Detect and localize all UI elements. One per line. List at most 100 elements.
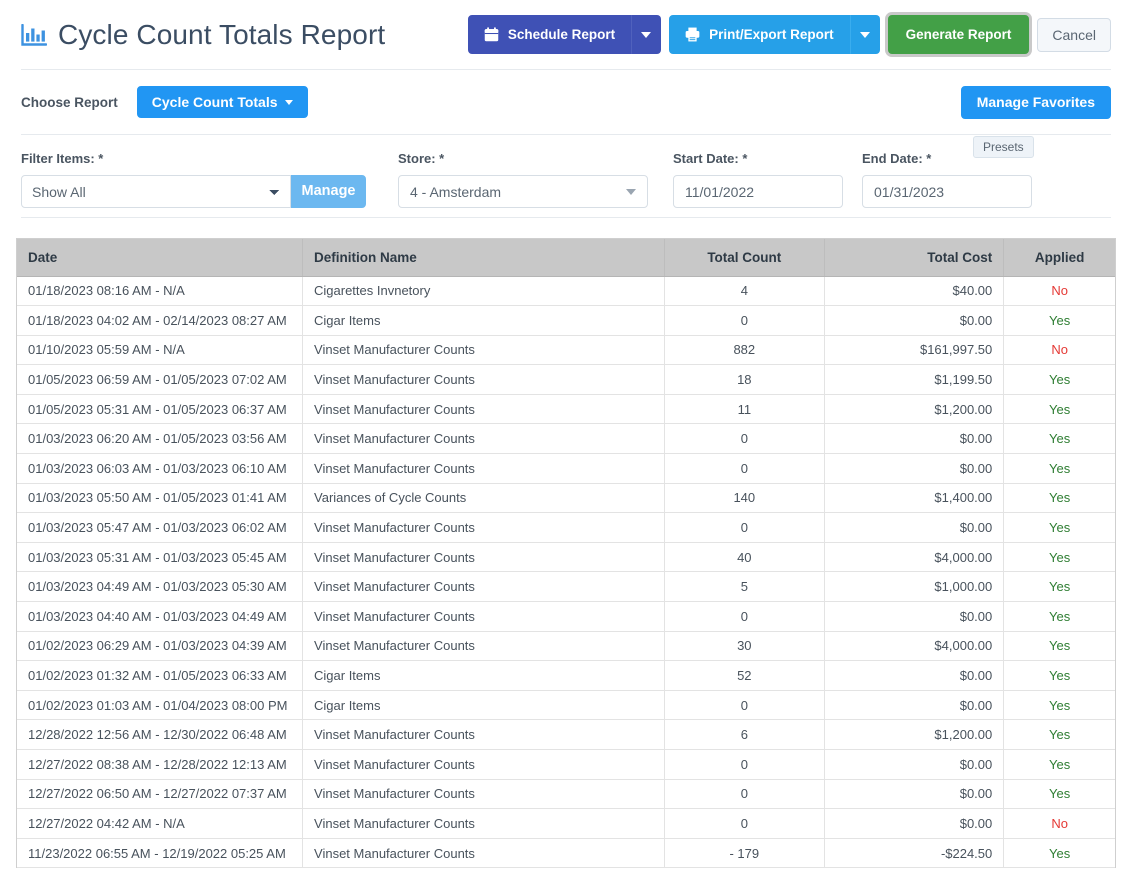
printer-icon (685, 27, 700, 42)
cell-definition: Cigar Items (302, 690, 665, 721)
store-label: Store: * (398, 151, 445, 166)
column-header-definition[interactable]: Definition Name (302, 239, 665, 277)
cell-applied: Yes (1003, 690, 1115, 721)
cell-total-cost: -$224.50 (824, 838, 1005, 868)
cell-date: 01/10/2023 05:59 AM - N/A (17, 335, 304, 366)
header-actions: Schedule Report Print/Export Report Gene… (467, 15, 1111, 54)
cell-total-count: 882 (664, 335, 825, 366)
table-row[interactable]: 01/03/2023 05:31 AM - 01/03/2023 05:45 A… (17, 542, 1115, 573)
cell-total-cost: $161,997.50 (824, 335, 1005, 366)
choose-report-label: Choose Report (21, 94, 118, 110)
filter-items-field: Filter Items: * Show All Manage (21, 151, 366, 208)
cell-date: 01/03/2023 04:40 AM - 01/03/2023 04:49 A… (17, 601, 304, 632)
table-row[interactable]: 12/27/2022 04:42 AM - N/A Vinset Manufact… (17, 808, 1115, 839)
report-table: Date Definition Name Total Count Total C… (17, 239, 1115, 868)
cell-total-cost: $1,200.00 (824, 719, 1005, 750)
cell-total-count: 0 (664, 601, 825, 632)
cell-definition: Cigar Items (302, 660, 665, 691)
chevron-down-icon (626, 188, 636, 195)
cell-total-count: 5 (664, 571, 825, 603)
column-header-total-cost[interactable]: Total Cost (824, 239, 1005, 277)
cell-definition: Vinset Manufacturer Counts (302, 749, 665, 780)
cell-applied: No (1003, 335, 1115, 366)
table-row[interactable]: 01/03/2023 05:50 AM - 01/05/2023 01:41 A… (17, 483, 1115, 514)
table-row[interactable]: 01/03/2023 06:03 AM - 01/03/2023 06:10 A… (17, 453, 1115, 484)
cell-definition: Vinset Manufacturer Counts (302, 453, 665, 484)
table-row[interactable]: 12/28/2022 12:56 AM - 12/30/2022 06:48 A… (17, 719, 1115, 750)
print-export-label: Print/Export Report (709, 26, 834, 42)
filter-items-select[interactable]: Show All (21, 175, 291, 208)
cell-date: 12/28/2022 12:56 AM - 12/30/2022 06:48 A… (17, 719, 304, 750)
report-select-dropdown[interactable]: Cycle Count Totals (136, 86, 308, 118)
table-row[interactable]: 12/27/2022 06:50 AM - 12/27/2022 07:37 A… (17, 779, 1115, 810)
table-row[interactable]: 01/02/2023 01:03 AM - 01/04/2023 08:00 P… (17, 690, 1115, 721)
cell-total-count: 0 (664, 779, 825, 810)
table-header-row: Date Definition Name Total Count Total C… (17, 239, 1115, 277)
manage-favorites-button[interactable]: Manage Favorites (960, 85, 1111, 119)
table-row[interactable]: 01/03/2023 06:20 AM - 01/05/2023 03:56 A… (17, 423, 1115, 455)
cell-date: 12/27/2022 04:42 AM - N/A (17, 808, 304, 839)
print-export-button[interactable]: Print/Export Report (669, 15, 850, 54)
table-row[interactable]: 01/02/2023 06:29 AM - 01/03/2023 04:39 A… (17, 631, 1115, 662)
cell-total-cost: $0.00 (824, 423, 1005, 455)
cell-date: 01/03/2023 06:03 AM - 01/03/2023 06:10 A… (17, 453, 304, 484)
cell-applied: Yes (1003, 305, 1115, 336)
table-row[interactable]: 11/23/2022 06:55 AM - 12/19/2022 05:25 A… (17, 838, 1115, 868)
table-row[interactable]: 01/18/2023 04:02 AM - 02/14/2023 08:27 A… (17, 305, 1115, 336)
column-header-date[interactable]: Date (17, 239, 304, 277)
cell-applied: Yes (1003, 631, 1115, 662)
cell-total-cost: $0.00 (824, 808, 1005, 839)
cell-definition: Cigarettes Invnetory (302, 276, 665, 307)
start-date-input[interactable] (673, 175, 843, 208)
cell-total-count: 0 (664, 423, 825, 455)
cancel-button[interactable]: Cancel (1037, 17, 1111, 52)
filter-items-label: Filter Items: * (21, 151, 104, 166)
presets-button[interactable]: Presets (973, 136, 1034, 158)
cell-definition: Vinset Manufacturer Counts (302, 364, 665, 395)
end-date-field: End Date: * (862, 151, 1032, 208)
table-row[interactable]: 01/18/2023 08:16 AM - N/A Cigarettes Invn… (17, 276, 1115, 307)
print-export-dropdown-button[interactable] (849, 15, 880, 54)
cell-date: 11/23/2022 06:55 AM - 12/19/2022 05:25 A… (17, 838, 304, 868)
cell-date: 01/18/2023 08:16 AM - N/A (17, 276, 304, 307)
table-row[interactable]: 01/10/2023 05:59 AM - N/A Vinset Manufact… (17, 335, 1115, 366)
cell-total-count: 0 (664, 305, 825, 336)
cell-applied: No (1003, 808, 1115, 839)
column-header-total-count[interactable]: Total Count (664, 239, 825, 277)
cell-total-cost: $40.00 (824, 276, 1005, 307)
cell-definition: Vinset Manufacturer Counts (302, 808, 665, 839)
schedule-report-dropdown-button[interactable] (631, 15, 662, 54)
cell-total-count: 0 (664, 749, 825, 780)
cell-total-count: 4 (664, 276, 825, 307)
cell-total-count: 6 (664, 719, 825, 750)
end-date-input[interactable] (862, 175, 1032, 208)
start-date-label: Start Date: * (673, 151, 748, 166)
schedule-report-group: Schedule Report (467, 15, 662, 54)
generate-report-button[interactable]: Generate Report (887, 15, 1030, 54)
cell-definition: Vinset Manufacturer Counts (302, 631, 665, 662)
start-date-field: Start Date: * (673, 151, 843, 208)
cell-date: 01/03/2023 04:49 AM - 01/03/2023 05:30 A… (17, 571, 304, 603)
cell-applied: Yes (1003, 601, 1115, 632)
table-row[interactable]: 01/05/2023 05:31 AM - 01/05/2023 06:37 A… (17, 394, 1115, 425)
table-row[interactable]: 01/03/2023 04:40 AM - 01/03/2023 04:49 A… (17, 601, 1115, 632)
table-row[interactable]: 01/03/2023 04:49 AM - 01/03/2023 05:30 A… (17, 571, 1115, 603)
choose-report-row: Choose Report Cycle Count Totals Manage … (21, 70, 1111, 135)
table-row[interactable]: 01/05/2023 06:59 AM - 01/05/2023 07:02 A… (17, 364, 1115, 395)
cell-total-cost: $0.00 (824, 305, 1005, 336)
store-select[interactable]: 4 - Amsterdam (398, 175, 648, 208)
table-row[interactable]: 01/03/2023 05:47 AM - 01/03/2023 06:02 A… (17, 512, 1115, 543)
column-header-applied[interactable]: Applied (1003, 239, 1115, 277)
cell-total-cost: $1,000.00 (824, 571, 1005, 603)
table-row[interactable]: 01/02/2023 01:32 AM - 01/05/2023 06:33 A… (17, 660, 1115, 691)
cell-applied: Yes (1003, 453, 1115, 484)
cell-total-cost: $0.00 (824, 512, 1005, 543)
schedule-report-button[interactable]: Schedule Report (467, 15, 632, 54)
cell-applied: Yes (1003, 660, 1115, 691)
cell-date: 12/27/2022 08:38 AM - 12/28/2022 12:13 A… (17, 749, 304, 780)
cell-total-cost: $0.00 (824, 601, 1005, 632)
table-row[interactable]: 12/27/2022 08:38 AM - 12/28/2022 12:13 A… (17, 749, 1115, 780)
cell-total-cost: $0.00 (824, 779, 1005, 810)
cell-total-cost: $1,199.50 (824, 364, 1005, 395)
manage-filter-items-button[interactable]: Manage (291, 175, 366, 208)
